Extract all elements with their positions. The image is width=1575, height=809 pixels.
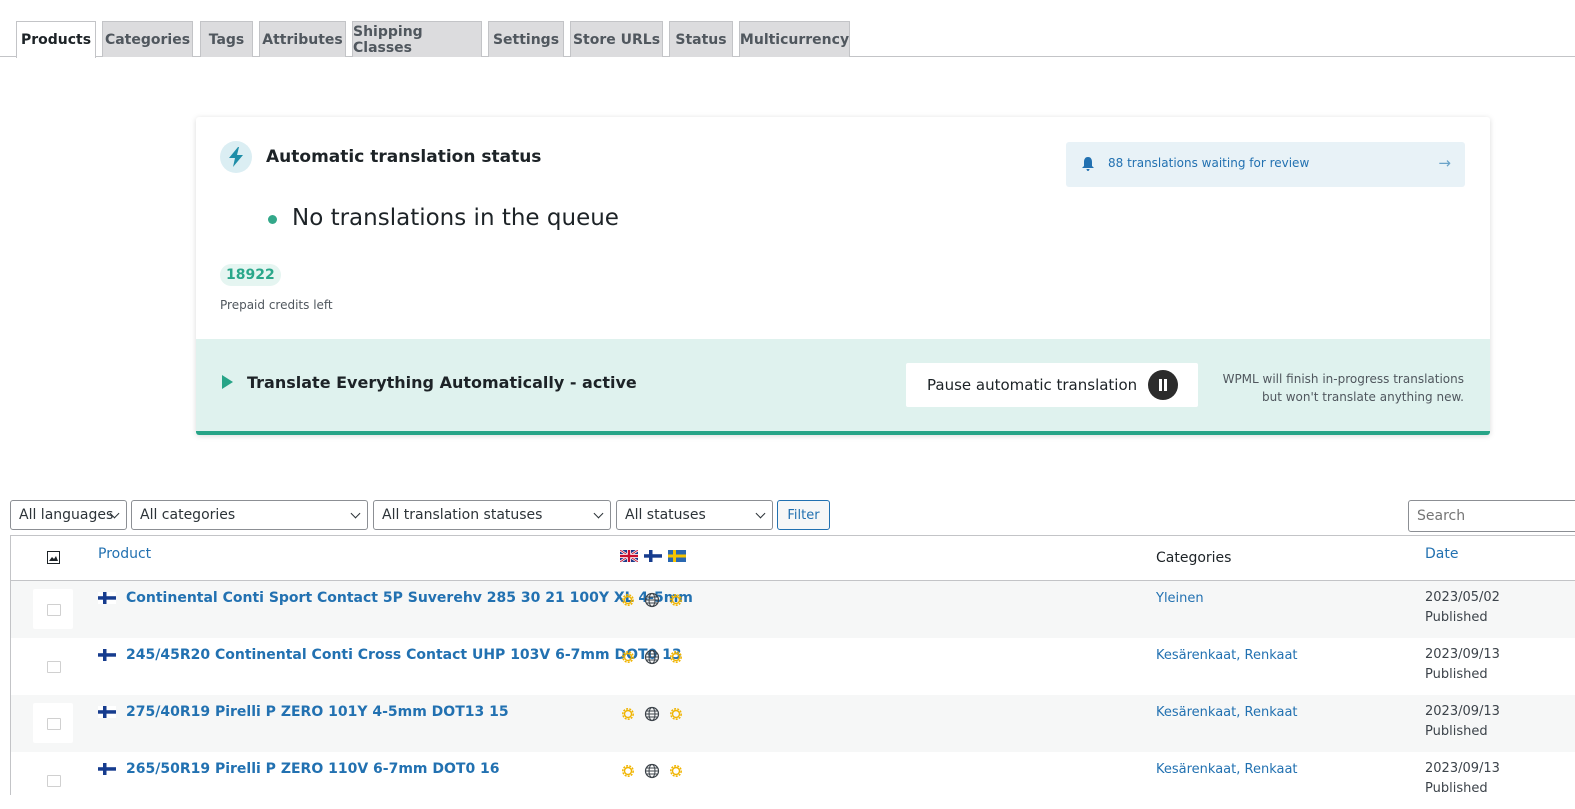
lightning-icon	[220, 141, 252, 173]
pause-note: WPML will finish in-progress translation…	[1222, 372, 1464, 404]
status-select-value: All statuses	[625, 507, 706, 523]
category-select-value: All categories	[140, 507, 236, 523]
image-icon	[47, 551, 60, 564]
table-row: 275/40R19 Pirelli P ZERO 101Y 4-5mm DOT1…	[11, 695, 1575, 752]
chevron-down-icon	[350, 508, 361, 519]
finnish-flag-icon[interactable]	[644, 550, 662, 562]
product-thumbnail[interactable]	[33, 646, 73, 686]
gear-icon[interactable]	[668, 649, 684, 665]
search-input[interactable]: Search	[1408, 500, 1575, 532]
date-cell: 2023/09/13 Published	[1425, 759, 1500, 799]
finnish-flag-icon	[98, 592, 116, 604]
tab-attributes[interactable]: Attributes	[259, 21, 346, 57]
automatic-translation-card: Automatic translation status No translat…	[196, 117, 1490, 435]
gear-icon[interactable]	[620, 592, 636, 608]
card-title: Automatic translation status	[266, 147, 542, 167]
product-name-link[interactable]: 245/45R20 Continental Conti Cross Contac…	[126, 647, 682, 663]
category-link[interactable]: Yleinen	[1156, 591, 1204, 606]
arrow-right-icon: →	[1438, 154, 1451, 172]
uk-flag-icon[interactable]	[620, 550, 638, 562]
category-link[interactable]: Kesärenkaat, Renkaat	[1156, 762, 1298, 777]
table-row: Continental Conti Sport Contact 5P Suver…	[11, 581, 1575, 638]
tab-status[interactable]: Status	[669, 21, 733, 57]
swedish-flag-icon[interactable]	[668, 550, 686, 562]
product-thumbnail[interactable]	[33, 703, 73, 743]
product-name-link[interactable]: Continental Conti Sport Contact 5P Suver…	[126, 590, 693, 606]
gear-icon[interactable]	[620, 763, 636, 779]
category-link[interactable]: Kesärenkaat, Renkaat	[1156, 648, 1298, 663]
translate-everything-band: Translate Everything Automatically - act…	[196, 339, 1490, 435]
language-select-value: All languages	[19, 507, 114, 523]
translation-status-select[interactable]: All translation statuses	[373, 500, 611, 530]
bell-icon	[1082, 157, 1094, 171]
status-select[interactable]: All statuses	[616, 500, 773, 530]
pause-automatic-translation-button[interactable]: Pause automatic translation	[906, 363, 1198, 407]
finnish-flag-icon	[98, 706, 116, 718]
category-link[interactable]: Kesärenkaat, Renkaat	[1156, 705, 1298, 720]
globe-icon[interactable]	[644, 649, 660, 665]
filter-button[interactable]: Filter	[777, 500, 830, 530]
chevron-down-icon	[755, 508, 766, 519]
date-cell: 2023/09/13 Published	[1425, 702, 1500, 742]
globe-icon[interactable]	[644, 592, 660, 608]
date-value: 2023/09/13	[1425, 704, 1500, 719]
gear-icon[interactable]	[620, 706, 636, 722]
table-row: 245/45R20 Continental Conti Cross Contac…	[11, 638, 1575, 695]
review-link-text: 88 translations waiting for review	[1108, 156, 1310, 170]
column-product[interactable]: Product	[98, 546, 151, 562]
product-thumbnail[interactable]	[33, 589, 73, 629]
products-table: Product Categories Date Continental Cont…	[10, 535, 1575, 800]
product-name-link[interactable]: 265/50R19 Pirelli P ZERO 110V 6-7mm DOT0…	[126, 761, 500, 777]
column-date[interactable]: Date	[1425, 546, 1458, 562]
publish-status: Published	[1425, 667, 1488, 682]
queue-status-dot	[268, 215, 277, 224]
chevron-down-icon	[593, 508, 604, 519]
tab-categories[interactable]: Categories	[102, 21, 193, 57]
product-thumbnail[interactable]	[33, 760, 73, 800]
gear-icon[interactable]	[620, 649, 636, 665]
publish-status: Published	[1425, 610, 1488, 625]
tab-multicurrency[interactable]: Multicurrency	[739, 21, 850, 57]
tab-store-urls[interactable]: Store URLs	[570, 21, 663, 57]
date-cell: 2023/05/02 Published	[1425, 588, 1500, 628]
table-header: Product Categories Date	[11, 536, 1575, 581]
credits-count: 18922	[220, 264, 281, 286]
date-value: 2023/09/13	[1425, 761, 1500, 776]
date-cell: 2023/09/13 Published	[1425, 645, 1500, 685]
tab-products[interactable]: Products	[16, 21, 96, 58]
pause-button-label: Pause automatic translation	[927, 376, 1138, 394]
translation-status-select-value: All translation statuses	[382, 507, 543, 523]
date-value: 2023/05/02	[1425, 590, 1500, 605]
tab-settings[interactable]: Settings	[488, 21, 564, 57]
finnish-flag-icon	[98, 649, 116, 661]
globe-icon[interactable]	[644, 763, 660, 779]
play-icon	[222, 375, 233, 389]
language-select[interactable]: All languages	[10, 500, 127, 530]
tab-tags[interactable]: Tags	[200, 21, 253, 57]
table-row: 265/50R19 Pirelli P ZERO 110V 6-7mm DOT0…	[11, 752, 1575, 809]
publish-status: Published	[1425, 781, 1488, 796]
product-name-link[interactable]: 275/40R19 Pirelli P ZERO 101Y 4-5mm DOT1…	[126, 704, 509, 720]
publish-status: Published	[1425, 724, 1488, 739]
queue-status-text: No translations in the queue	[292, 205, 619, 231]
gear-icon[interactable]	[668, 592, 684, 608]
tab-bar: Products Categories Tags Attributes Ship…	[0, 0, 1575, 58]
date-value: 2023/09/13	[1425, 647, 1500, 662]
finnish-flag-icon	[98, 763, 116, 775]
category-select[interactable]: All categories	[131, 500, 368, 530]
credits-label: Prepaid credits left	[220, 298, 333, 312]
review-translations-link[interactable]: 88 translations waiting for review →	[1066, 142, 1465, 187]
gear-icon[interactable]	[668, 763, 684, 779]
tab-shipping-classes[interactable]: Shipping Classes	[352, 21, 482, 57]
translate-everything-label: Translate Everything Automatically - act…	[247, 373, 637, 392]
gear-icon[interactable]	[668, 706, 684, 722]
globe-icon[interactable]	[644, 706, 660, 722]
pause-icon	[1148, 370, 1178, 400]
column-categories: Categories	[1156, 550, 1232, 566]
